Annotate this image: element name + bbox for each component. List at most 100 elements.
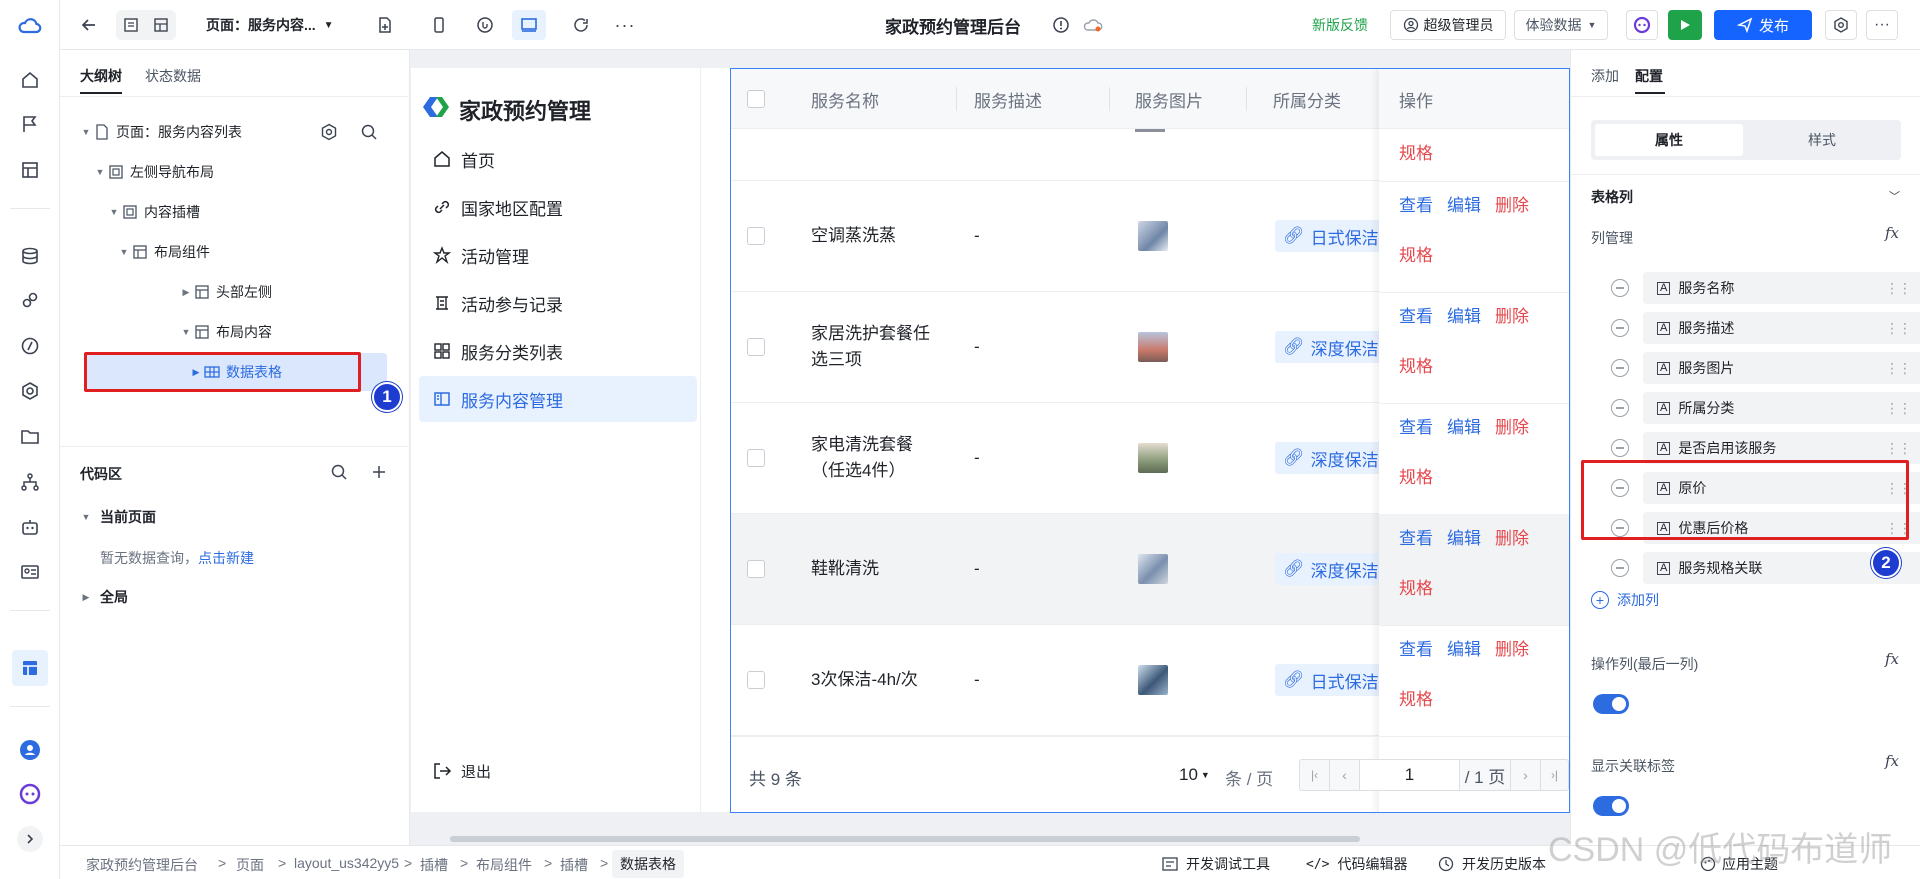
tree-node-side-nav-layout[interactable]: ▼ 左侧导航布局 bbox=[92, 157, 214, 187]
breadcrumb-item[interactable]: layout_us342yy5 bbox=[294, 855, 399, 871]
current-page-group[interactable]: ▼ 当前页面 bbox=[78, 502, 156, 532]
select-all-checkbox[interactable] bbox=[747, 90, 765, 108]
column-item[interactable]: A 服务描述 ⋮⋮ bbox=[1643, 312, 1920, 344]
delete-link[interactable]: 删除 bbox=[1495, 635, 1529, 660]
tab-outline-tree[interactable]: 大纲树 bbox=[80, 66, 122, 86]
category-tag[interactable]: 🔗︎ 日式保洁 bbox=[1275, 220, 1387, 252]
fx-formula-icon[interactable]: fx bbox=[1885, 224, 1899, 242]
edit-link[interactable]: 编辑 bbox=[1447, 413, 1481, 438]
flag-icon[interactable] bbox=[16, 110, 44, 138]
logout-button[interactable]: 退出 bbox=[419, 748, 697, 794]
create-new-link[interactable]: 点击新建 bbox=[198, 550, 254, 566]
view-link[interactable]: 查看 bbox=[1399, 635, 1433, 660]
edit-link[interactable]: 编辑 bbox=[1447, 635, 1481, 660]
column-item[interactable]: A 服务名称 ⋮⋮ bbox=[1643, 272, 1920, 304]
delete-link[interactable]: 删除 bbox=[1495, 413, 1529, 438]
info-icon[interactable] bbox=[1048, 10, 1074, 40]
search-icon[interactable] bbox=[330, 463, 348, 481]
edit-link[interactable]: 编辑 bbox=[1447, 302, 1481, 327]
code-editor-button[interactable]: </> 代码编辑器 bbox=[1306, 854, 1407, 874]
search-icon[interactable] bbox=[360, 123, 378, 141]
row-checkbox[interactable] bbox=[747, 560, 765, 578]
nav-item-service-content[interactable]: 服务内容管理 bbox=[419, 376, 697, 422]
nav-item-region-config[interactable]: 国家地区配置 bbox=[419, 184, 697, 230]
settings-gear-icon[interactable] bbox=[1825, 10, 1857, 40]
tree-node-layout-component[interactable]: ▼ 布局组件 bbox=[116, 237, 210, 267]
seg-style[interactable]: 样式 bbox=[1747, 124, 1897, 156]
remove-column-icon[interactable] bbox=[1611, 359, 1629, 377]
breadcrumb-item[interactable]: 插槽 bbox=[560, 855, 588, 875]
spec-link[interactable]: 规格 bbox=[1399, 574, 1433, 599]
new-page-icon[interactable] bbox=[370, 10, 400, 40]
more-dots-icon[interactable]: ··· bbox=[610, 10, 640, 40]
more-menu-icon[interactable]: ··· bbox=[1866, 10, 1898, 40]
dataset-select[interactable]: 体验数据 ▼ bbox=[1514, 10, 1608, 40]
tab-state-data[interactable]: 状态数据 bbox=[145, 66, 201, 86]
delete-link[interactable]: 删除 bbox=[1495, 191, 1529, 216]
op-column-toggle[interactable] bbox=[1593, 694, 1629, 714]
spec-link[interactable]: 规格 bbox=[1399, 352, 1433, 377]
desktop-preview-icon[interactable] bbox=[512, 10, 546, 40]
seg-properties[interactable]: 属性 bbox=[1595, 124, 1743, 156]
breadcrumb-item[interactable]: 布局组件 bbox=[476, 855, 532, 875]
spec-link[interactable]: 规格 bbox=[1399, 463, 1433, 488]
view-link[interactable]: 查看 bbox=[1399, 413, 1433, 438]
layout-active-icon[interactable] bbox=[12, 650, 48, 686]
publish-button[interactable]: 发布 bbox=[1714, 10, 1812, 40]
back-arrow-icon[interactable] bbox=[74, 10, 104, 40]
run-play-icon[interactable] bbox=[1668, 10, 1702, 40]
breadcrumb-item[interactable]: 页面 bbox=[236, 855, 264, 875]
ai-copilot-icon[interactable] bbox=[1626, 10, 1658, 40]
tree-node-header-left[interactable]: ▶ 头部左侧 bbox=[178, 277, 272, 307]
row-checkbox[interactable] bbox=[747, 227, 765, 245]
breadcrumb-item[interactable]: 家政预约管理后台 bbox=[86, 855, 198, 875]
cloud-logo-icon[interactable] bbox=[16, 12, 44, 40]
page-settings-icon[interactable] bbox=[320, 123, 338, 141]
category-tag[interactable]: 🔗︎ 日式保洁 bbox=[1275, 664, 1387, 696]
database-icon[interactable] bbox=[16, 242, 44, 270]
robot-icon[interactable] bbox=[16, 513, 44, 541]
page-size-select[interactable]: 10 ▼ bbox=[1179, 765, 1210, 785]
remove-column-icon[interactable] bbox=[1611, 319, 1629, 337]
app-theme-button[interactable]: 应用主题 bbox=[1700, 854, 1778, 874]
expand-chevron-icon[interactable] bbox=[17, 826, 43, 852]
page-input[interactable]: 1 bbox=[1360, 760, 1460, 790]
delete-link[interactable]: 删除 bbox=[1495, 524, 1529, 549]
collapse-chevron-icon[interactable]: ﹀ bbox=[1889, 188, 1900, 204]
link-icon[interactable] bbox=[16, 286, 44, 314]
tree-node-layout-content[interactable]: ▼ 布局内容 bbox=[178, 317, 272, 347]
edit-link[interactable]: 编辑 bbox=[1447, 191, 1481, 216]
tab-config[interactable]: 配置 bbox=[1635, 66, 1663, 86]
fx-formula-icon[interactable]: fx bbox=[1885, 752, 1899, 770]
category-tag[interactable]: 🔗︎ 深度保洁 bbox=[1275, 442, 1387, 474]
tree-node-page[interactable]: ▼ 页面：服务内容列表 bbox=[78, 117, 242, 147]
nav-item-home[interactable]: 首页 bbox=[419, 136, 697, 182]
drag-handle-icon[interactable]: ⋮⋮ bbox=[1885, 360, 1912, 377]
add-column-button[interactable]: + 添加列 bbox=[1591, 590, 1659, 610]
tree-node-content-slot[interactable]: ▼ 内容插槽 bbox=[106, 197, 200, 227]
mini-program-icon[interactable] bbox=[470, 10, 500, 40]
spec-link[interactable]: 规格 bbox=[1399, 685, 1433, 710]
layout-view-icon[interactable] bbox=[146, 17, 176, 33]
admin-role-button[interactable]: 超级管理员 bbox=[1390, 10, 1506, 40]
view-link[interactable]: 查看 bbox=[1399, 302, 1433, 327]
compass-icon[interactable] bbox=[16, 332, 44, 360]
hexagon-icon[interactable] bbox=[16, 377, 44, 405]
drag-handle-icon[interactable]: ⋮⋮ bbox=[1885, 320, 1912, 337]
prev-page-icon[interactable]: ‹ bbox=[1330, 760, 1360, 790]
home-icon[interactable] bbox=[16, 66, 44, 94]
row-checkbox[interactable] bbox=[747, 449, 765, 467]
column-item[interactable]: A 所属分类 ⋮⋮ bbox=[1643, 392, 1920, 424]
next-page-icon[interactable]: › bbox=[1510, 760, 1540, 790]
feedback-link[interactable]: 新版反馈 bbox=[1312, 15, 1368, 35]
ai-assistant-icon[interactable] bbox=[16, 780, 44, 808]
drag-handle-icon[interactable]: ⋮⋮ bbox=[1885, 440, 1912, 457]
show-tag-toggle[interactable] bbox=[1593, 796, 1629, 816]
global-group[interactable]: ▶ 全局 bbox=[78, 582, 128, 612]
row-checkbox[interactable] bbox=[747, 338, 765, 356]
nav-item-category[interactable]: 服务分类列表 bbox=[419, 328, 697, 374]
delete-link[interactable]: 删除 bbox=[1495, 302, 1529, 327]
remove-column-icon[interactable] bbox=[1611, 559, 1629, 577]
tab-add[interactable]: 添加 bbox=[1591, 66, 1619, 86]
dev-tools-button[interactable]: 开发调试工具 bbox=[1162, 854, 1270, 874]
